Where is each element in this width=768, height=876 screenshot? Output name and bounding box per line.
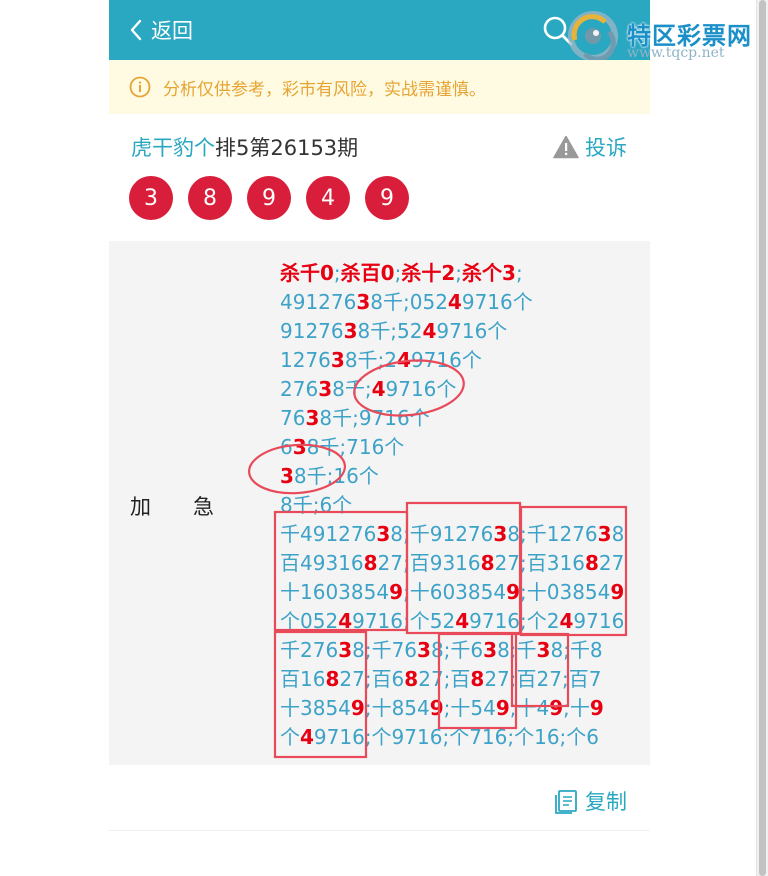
annotation-ellipse [353,359,465,417]
divider [109,830,650,831]
result-ball: 4 [306,176,350,220]
risk-notice: 分析仅供参考，彩市有风险，实战需谨慎。 [109,60,650,114]
annotation-box [510,632,570,708]
author-link[interactable]: 虎干豹个 [131,136,215,160]
warning-icon [553,135,579,159]
result-balls: 3 8 9 4 9 [129,176,424,220]
watermark-logo: 特区彩票网 www.tqcp.net [565,8,768,64]
complain-button[interactable]: 投诉 [553,132,627,162]
result-ball: 3 [129,176,173,220]
handwritten-annotations [247,359,628,759]
annotation-box [405,501,522,635]
scrollbar-thumb[interactable] [759,0,766,876]
annotation-box [437,632,518,730]
notice-text: 分析仅供参考，彩市有风险，实战需谨慎。 [163,79,486,100]
info-icon [129,76,151,98]
copy-label: 复制 [585,790,627,814]
result-ball: 9 [365,176,409,220]
annotation-box [519,505,628,637]
logo-swirl-icon [568,11,618,62]
app-container: 返回 特区彩票网 www.tqcp.net 分析仅供参考，彩市有风险，实战需谨慎… [109,0,751,876]
annotation-box [273,630,368,759]
result-ball: 9 [247,176,291,220]
chevron-left-icon [130,19,142,41]
result-ball: 8 [188,176,232,220]
complain-label: 投诉 [585,136,627,160]
issue-label: 排5第26153期 [215,136,359,160]
annotation-ellipse [247,443,347,495]
logo-url: www.tqcp.net [627,45,725,61]
copy-icon [555,790,577,814]
post-meta: 虎干豹个排5第26153期 [131,132,358,162]
scrollbar[interactable] [756,0,768,876]
back-label: 返回 [151,19,193,43]
back-button[interactable]: 返回 [129,14,193,46]
annotation-box [273,510,409,632]
copy-button[interactable]: 复制 [553,786,627,816]
analysis-panel: 加急 杀千0;杀百0;杀十2;杀个3; 49127638千;05249716个 91… [109,241,650,765]
